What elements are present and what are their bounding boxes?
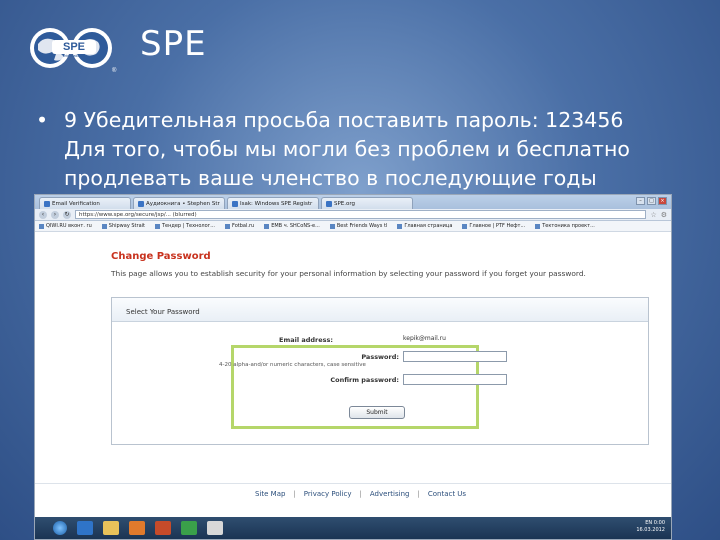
favicon-icon (101, 223, 107, 229)
bookmark-item[interactable]: Fotbal.ru (225, 223, 254, 229)
ie-icon[interactable] (77, 521, 93, 535)
spe-logo: SPE International ® (30, 28, 117, 74)
bookmark-item[interactable]: QIWI.RU вконт. ru (39, 223, 92, 229)
favicon-icon (44, 200, 50, 207)
password-hint: 4-20 alpha-and/or numeric characters, ca… (219, 362, 366, 368)
maximize-icon[interactable]: □ (647, 197, 656, 205)
browser-tab[interactable]: Email Verification (39, 197, 131, 209)
footer-link-privacy[interactable]: Privacy Policy (304, 490, 352, 498)
language-indicator[interactable]: EN (645, 520, 652, 526)
bookmarks-bar: QIWI.RU вконт. ru Shipway Strait Тендер … (35, 221, 671, 232)
favicon-icon (329, 223, 335, 229)
form-title: Select Your Password (112, 298, 648, 322)
footer-separator: | (359, 490, 362, 498)
clock-date: 16.03.2012 (636, 527, 665, 533)
bookmark-item[interactable]: Тендер | Технолог... (154, 223, 215, 229)
bookmark-item[interactable]: ЕМВ ч. SHCoNS-e... (264, 223, 320, 229)
favicon-icon (154, 223, 160, 229)
bookmark-item[interactable]: Тектоника проект... (535, 223, 595, 229)
submit-button[interactable]: Submit (349, 406, 405, 419)
close-icon[interactable]: × (658, 197, 667, 205)
windows-taskbar: EN 0:00 16.03.2012 (35, 517, 671, 539)
reload-icon[interactable]: ↻ (63, 210, 71, 219)
password-field[interactable] (403, 351, 507, 362)
footer-separator: | (293, 490, 296, 498)
window-controls: – □ × (636, 197, 667, 205)
bookmark-item[interactable]: Главное | PTF Нефт... (462, 223, 525, 229)
bookmark-item[interactable]: Best Friends Ways tl (329, 223, 387, 229)
system-tray: EN 0:00 16.03.2012 (636, 520, 665, 534)
address-bar: ‹ › ↻ https://www.spe.org/secure/jsp/...… (35, 209, 671, 221)
star-icon[interactable]: ☆ (650, 211, 656, 219)
tab-bar: Email Verification Аудиокнига • Stephen … (35, 195, 671, 209)
footer-link-sitemap[interactable]: Site Map (255, 490, 285, 498)
minimize-icon[interactable]: – (636, 197, 645, 205)
bullet-dot: • (36, 108, 49, 132)
folder-icon[interactable] (103, 521, 119, 535)
logo-text: SPE (63, 41, 85, 53)
favicon-icon (232, 200, 238, 207)
chrome-icon[interactable] (181, 521, 197, 535)
url-field[interactable]: https://www.spe.org/secure/jsp/... (blur… (75, 210, 647, 219)
confirm-password-label: Confirm password: (330, 376, 399, 384)
browser-tab[interactable]: Isak: Windows SPE Registr (227, 197, 319, 209)
powerpoint-icon[interactable] (155, 521, 171, 535)
footer-links: Site Map | Privacy Policy | Advertising … (255, 490, 466, 498)
media-icon[interactable] (129, 521, 145, 535)
slide-title: SPE (140, 24, 207, 64)
change-password-heading: Change Password (111, 251, 211, 262)
footer-link-contact[interactable]: Contact Us (428, 490, 466, 498)
confirm-password-field[interactable] (403, 374, 507, 385)
favicon-icon (39, 223, 44, 229)
favicon-icon (535, 223, 541, 229)
favicon-icon (264, 223, 270, 229)
logo-subtext: International (63, 53, 85, 58)
back-icon[interactable]: ‹ (39, 210, 47, 219)
email-value: kepik@mail.ru (403, 335, 446, 342)
registered-mark: ® (112, 67, 117, 74)
browser-tab[interactable]: SPE.org (321, 197, 413, 209)
wrench-icon[interactable]: ⚙ (661, 211, 667, 219)
page-description: This page allows you to establish securi… (111, 269, 586, 278)
bullet-line-2: Для того, чтобы мы могли без проблем и б… (64, 137, 630, 161)
favicon-icon (225, 223, 231, 229)
bookmark-item[interactable]: Shipway Strait (101, 223, 145, 229)
favicon-icon (326, 200, 332, 207)
bullet-line-3: продлевать ваше членство в последующие г… (64, 166, 597, 190)
email-label: Email address: (279, 336, 333, 344)
password-label: Password: (361, 353, 399, 361)
footer-divider (35, 483, 671, 484)
favicon-icon (397, 223, 403, 229)
bullet-line-1: 9 Убедительная просьба поставить пароль:… (64, 108, 624, 132)
favicon-icon (138, 200, 144, 207)
footer-link-advertising[interactable]: Advertising (370, 490, 410, 498)
browser-screenshot: Email Verification Аудиокнига • Stephen … (34, 194, 672, 540)
app-icon[interactable] (207, 521, 223, 535)
start-button-icon[interactable] (53, 521, 67, 535)
footer-separator: | (417, 490, 420, 498)
clock-time: 0:00 (653, 520, 665, 526)
forward-icon[interactable]: › (51, 210, 59, 219)
bullet-block: • 9 Убедительная просьба поставить парол… (36, 106, 696, 193)
bookmark-item[interactable]: Главная страница (397, 223, 452, 229)
favicon-icon (462, 223, 468, 229)
browser-tab[interactable]: Аудиокнига • Stephen Str (133, 197, 225, 209)
